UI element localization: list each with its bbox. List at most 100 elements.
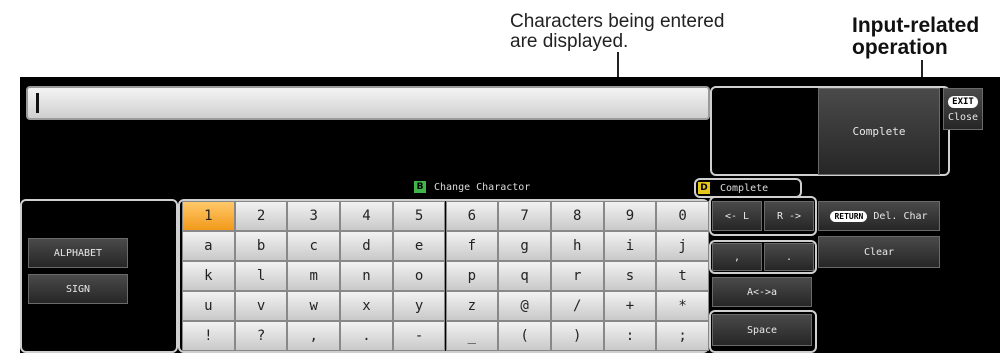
key-r1-c7[interactable]: h	[550, 231, 604, 261]
key-label: s	[625, 268, 635, 284]
sign-mode-button[interactable]: SIGN	[28, 274, 128, 304]
comma-key-label: ,	[733, 251, 741, 263]
key-label: 7	[520, 208, 529, 224]
key-r3-c2[interactable]: w	[287, 291, 341, 321]
key-r1-c5[interactable]: f	[445, 231, 499, 261]
key-r4-c7[interactable]: )	[550, 321, 604, 351]
period-key[interactable]: .	[764, 243, 814, 271]
key-label: o	[414, 268, 424, 284]
key-r4-c9[interactable]: ;	[656, 321, 709, 351]
key-r4-c8[interactable]: :	[603, 321, 657, 351]
key-label: 3	[309, 208, 318, 224]
key-r3-c3[interactable]: x	[340, 291, 393, 321]
clear-label: Clear	[863, 246, 895, 258]
key-r4-c1[interactable]: ?	[234, 321, 288, 351]
key-label: n	[362, 268, 371, 284]
key-label: f	[467, 238, 477, 254]
key-r0-c4[interactable]: 5	[392, 201, 446, 231]
key-r0-c8[interactable]: 9	[603, 201, 657, 231]
key-label: -	[414, 328, 424, 344]
key-r3-c5[interactable]: z	[445, 291, 499, 321]
space-button[interactable]: Space	[712, 314, 812, 346]
key-r4-c2[interactable]: ,	[287, 321, 341, 351]
key-label: :	[625, 328, 635, 344]
comma-key[interactable]: ,	[712, 243, 762, 271]
key-r2-c2[interactable]: m	[287, 261, 341, 291]
key-label: 0	[678, 208, 687, 224]
key-r2-c9[interactable]: t	[656, 261, 709, 291]
key-r1-c0[interactable]: a	[182, 231, 235, 261]
key-r4-c5[interactable]: _	[445, 321, 499, 351]
key-label: y	[414, 298, 424, 314]
key-label: g	[520, 238, 529, 254]
key-r3-c0[interactable]: u	[182, 291, 235, 321]
cursor-right-label: R ->	[776, 210, 802, 222]
key-r1-c9[interactable]: j	[656, 231, 709, 261]
case-toggle-label: A<->a	[746, 286, 778, 298]
key-r0-c6[interactable]: 7	[498, 201, 551, 231]
change-character-hint: B Change Charactor	[414, 180, 530, 194]
key-label: .	[362, 328, 371, 344]
clear-button[interactable]: Clear	[818, 236, 940, 268]
key-label: w	[309, 298, 318, 314]
key-label: *	[678, 298, 687, 314]
key-label: j	[678, 238, 687, 254]
key-r0-c9[interactable]: 0	[656, 201, 709, 231]
case-toggle-button[interactable]: A<->a	[712, 277, 812, 307]
sign-mode-label: SIGN	[65, 283, 91, 295]
key-label: z	[467, 298, 477, 314]
callout-operation-line2: operation	[852, 36, 948, 59]
key-label: ;	[678, 328, 687, 344]
cursor-left-button[interactable]: <- L	[712, 201, 762, 231]
complete-button[interactable]: Complete	[818, 88, 940, 175]
text-input-display[interactable]	[26, 86, 710, 120]
key-r3-c1[interactable]: v	[234, 291, 288, 321]
close-button[interactable]: EXIT Close	[943, 88, 983, 130]
key-r1-c3[interactable]: d	[340, 231, 393, 261]
key-r4-c3[interactable]: .	[340, 321, 393, 351]
key-r1-c4[interactable]: e	[392, 231, 446, 261]
key-r0-c3[interactable]: 4	[340, 201, 393, 231]
key-r3-c6[interactable]: @	[498, 291, 551, 321]
key-r2-c5[interactable]: p	[445, 261, 499, 291]
key-r3-c7[interactable]: /	[550, 291, 604, 321]
key-r2-c0[interactable]: k	[182, 261, 235, 291]
key-r3-c8[interactable]: +	[603, 291, 657, 321]
b-key-badge: B	[414, 181, 426, 193]
return-badge: RETURN	[830, 210, 868, 222]
callout-operation-line1: Input-related	[852, 14, 980, 37]
key-r2-c6[interactable]: q	[498, 261, 551, 291]
key-r1-c6[interactable]: g	[498, 231, 551, 261]
key-grid: 1 2 3 4 5 6 7 8 9 0 a b c d e f g h i j k l m n o p q r s t u v w x y z @ / + *…	[182, 201, 709, 351]
key-label: ,	[309, 328, 318, 344]
key-r4-c0[interactable]: !	[182, 321, 235, 351]
key-r4-c4[interactable]: -	[392, 321, 446, 351]
key-r1-c2[interactable]: c	[287, 231, 341, 261]
cursor-right-button[interactable]: R ->	[764, 201, 814, 231]
key-r0-c1[interactable]: 2	[234, 201, 288, 231]
key-label: p	[467, 268, 477, 284]
key-label: ?	[256, 328, 266, 344]
key-r2-c8[interactable]: s	[603, 261, 657, 291]
key-r2-c4[interactable]: o	[392, 261, 446, 291]
key-r3-c9[interactable]: *	[656, 291, 709, 321]
key-label: t	[678, 268, 687, 284]
key-label: +	[625, 298, 635, 314]
alphabet-mode-button[interactable]: ALPHABET	[28, 238, 128, 268]
key-label: (	[520, 328, 529, 344]
key-r1-c1[interactable]: b	[234, 231, 288, 261]
key-r3-c4[interactable]: y	[392, 291, 446, 321]
key-r0-c0[interactable]: 1	[182, 201, 235, 231]
key-r4-c6[interactable]: (	[498, 321, 551, 351]
d-key-badge: D	[698, 182, 710, 194]
key-r0-c5[interactable]: 6	[445, 201, 499, 231]
key-r0-c7[interactable]: 8	[550, 201, 604, 231]
key-r1-c8[interactable]: i	[603, 231, 657, 261]
key-r2-c7[interactable]: r	[550, 261, 604, 291]
key-label: i	[625, 238, 635, 254]
key-r2-c1[interactable]: l	[234, 261, 288, 291]
key-r2-c3[interactable]: n	[340, 261, 393, 291]
delete-char-button[interactable]: RETURN Del. Char	[818, 201, 940, 231]
exit-badge: EXIT	[948, 95, 978, 108]
key-r0-c2[interactable]: 3	[287, 201, 341, 231]
